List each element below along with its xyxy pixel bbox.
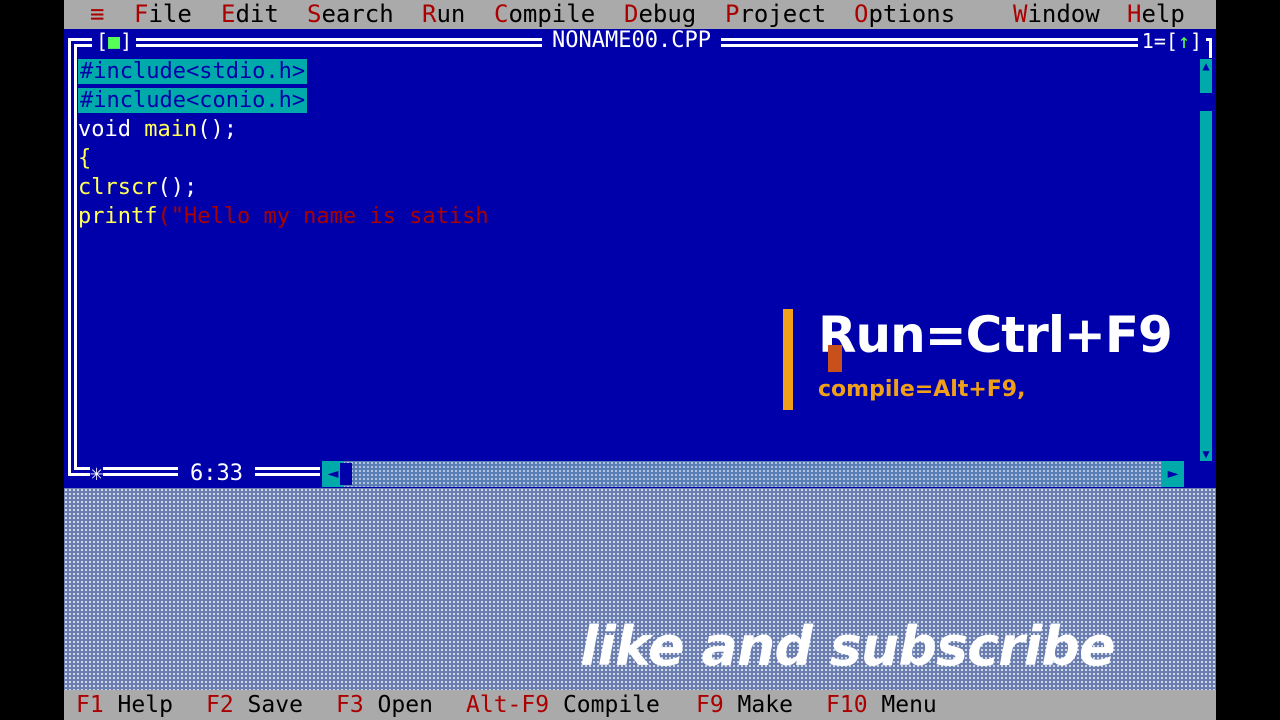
menu-window[interactable]: Window <box>1013 0 1100 29</box>
menu-debug[interactable]: Debug <box>624 0 696 29</box>
scroll-down-arrow-icon[interactable]: ▼ <box>1200 447 1212 461</box>
menu-compile[interactable]: Compile <box>494 0 595 29</box>
fkey-compile[interactable]: Alt-F9 Compile <box>466 690 660 720</box>
menu-search[interactable]: Search <box>307 0 394 29</box>
system-menu-icon[interactable]: ≡ <box>90 0 104 29</box>
close-window-button[interactable]: [■] <box>92 29 137 53</box>
menu-run[interactable]: Run <box>422 0 465 29</box>
fkey-make[interactable]: F9 Make <box>696 690 793 720</box>
fkey-help[interactable]: F1 Help <box>76 690 173 720</box>
menu-help[interactable]: Help <box>1127 0 1185 29</box>
mouse-cursor-icon <box>828 345 842 372</box>
cursor-position: 6:33 <box>178 460 255 488</box>
menu-project[interactable]: Project <box>725 0 826 29</box>
code-line: #include<conio.h> <box>78 88 308 113</box>
code-area[interactable]: #include<stdio.h> #include<conio.h> void… <box>78 57 489 231</box>
window-number-zoom[interactable]: 1=[↑] <box>1137 29 1206 53</box>
frame-right-outer <box>1209 38 1212 58</box>
editor-window[interactable]: [■] NONAME00.CPP 1=[↑] #include<stdio.h>… <box>64 29 1216 488</box>
menu-file[interactable]: File <box>134 0 192 29</box>
zoom-arrow-icon[interactable]: ↑ <box>1178 29 1190 53</box>
frame-left-inner <box>74 44 77 470</box>
function-key-bar: F1 Help F2 Save F3 Open Alt-F9 Compile F… <box>64 690 1216 720</box>
vertical-scrollbar[interactable]: ▲ ▼ <box>1200 59 1212 461</box>
menu-bar: ≡ File Edit Search Run Compile Debug Pro… <box>64 0 1216 29</box>
accent-bar <box>783 309 793 410</box>
subscribe-caption: like and subscribe <box>580 615 1116 678</box>
compile-shortcut-caption: compile=Alt+F9, <box>818 377 1026 402</box>
code-line: { <box>78 146 92 171</box>
run-shortcut-caption: Run=Ctrl+F9 <box>818 306 1173 364</box>
move-window-icon[interactable]: ✳ <box>90 462 104 486</box>
menu-options[interactable]: Options <box>854 0 955 29</box>
fkey-menu[interactable]: F10 Menu <box>826 690 937 720</box>
code-line: printf("Hello my name is satish <box>78 204 489 229</box>
fkey-open[interactable]: F3 Open <box>336 690 433 720</box>
window-title: NONAME00.CPP <box>542 29 721 53</box>
vertical-scroll-thumb[interactable] <box>1200 93 1212 111</box>
frame-left-outer <box>68 38 71 476</box>
code-line: clrscr(); <box>78 175 198 200</box>
fkey-save[interactable]: F2 Save <box>206 690 303 720</box>
scroll-up-arrow-icon[interactable]: ▲ <box>1200 59 1212 73</box>
horizontal-scrollbar[interactable]: ◄ ► <box>322 461 1184 487</box>
menu-edit[interactable]: Edit <box>221 0 279 29</box>
scroll-right-arrow-icon[interactable]: ► <box>1162 461 1184 487</box>
code-line: #include<stdio.h> <box>78 59 308 84</box>
code-line: void main(); <box>78 117 237 142</box>
horizontal-scroll-thumb[interactable] <box>340 463 352 485</box>
